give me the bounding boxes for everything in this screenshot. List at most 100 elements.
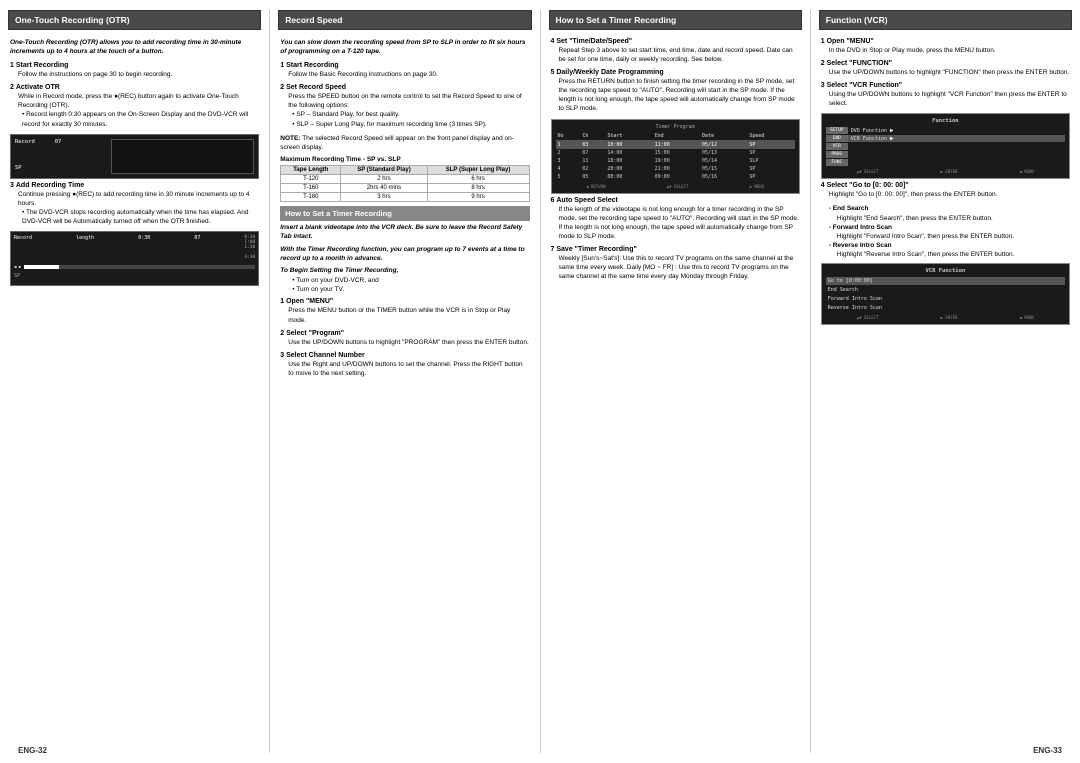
- timer-step-2: 2 Select "Program" Use the UP/DOWN butto…: [280, 330, 529, 347]
- col2-sub-intro2: With the Timer Recording function, you c…: [280, 245, 529, 263]
- step-2-title: 2 Activate OTR: [10, 84, 259, 91]
- divider-3: [810, 10, 811, 753]
- col2-begin-label: To Begin Setting the Timer Recording,: [280, 267, 529, 274]
- vcr-dash-3: Reverse Intro Scan Highlight "Reverse In…: [829, 241, 1070, 259]
- timer-step-3-title: 3 Select Channel Number: [280, 352, 529, 359]
- vcr-step-4: 4 Select "Go to [0: 00: 00]" Highlight "…: [821, 182, 1070, 199]
- timer-step-4: 4 Set "Time/Date/Speed" Repeat Step 3 ab…: [551, 38, 800, 64]
- divider-2: [540, 10, 541, 753]
- step-1-otr: 1 Start Recording Follow the instruction…: [10, 62, 259, 79]
- timer-step-7-text: Weekly [Sun's~Sat's]: Use this to record…: [559, 254, 800, 281]
- vcr-step-2-title: 2 Select "FUNCTION": [821, 60, 1070, 67]
- col3-content: 4 Set "Time/Date/Speed" Repeat Step 3 ab…: [549, 34, 802, 753]
- otr-screen1: Record 07 SP: [10, 134, 259, 179]
- rec-step-2-bullet1: SP – Standard Play, for best quality.: [292, 110, 529, 119]
- rec-step-2: 2 Set Record Speed Press the SPEED butto…: [280, 84, 529, 128]
- table-row: T-160 2hrs 40 mins 8 hrs: [281, 183, 529, 192]
- rec-table-section: Maximum Recording Time - SP vs. SLP Tape…: [280, 156, 529, 202]
- table-row: 1 03 10:00 11:00 05/12 SP: [556, 140, 795, 149]
- rec-note: NOTE: The selected Record Speed will app…: [280, 134, 529, 152]
- timer-screen-title: Timer Program: [556, 124, 795, 130]
- vcr-step-4-title: 4 Select "Go to [0: 00: 00]": [821, 182, 1070, 189]
- vcr-step-1: 1 Open "MENU" In the DVD in Stop or Play…: [821, 38, 1070, 55]
- rec-table-col2: SP (Standard Play): [341, 165, 427, 174]
- vcr-screen1: Function SETUP DVD Function ▶ END VCR Fu…: [821, 113, 1070, 179]
- vcr-menu-row: PROG: [826, 151, 1065, 158]
- col2-sub-header: How to Set a Timer Recording: [280, 206, 529, 221]
- col2-begin-bullet1: Turn on your DVD-VCR, and: [292, 276, 529, 285]
- step-3-title: 3 Add Recording Time: [10, 182, 259, 189]
- timer-step-6-title: 6 Auto Speed Select: [551, 197, 800, 204]
- vcr-menu-row: VCR: [826, 143, 1065, 150]
- step-3-text: Continue pressing ●(REC) to add recordin…: [18, 190, 259, 208]
- col2-steps2: 1 Open "MENU" Press the MENU button or t…: [280, 298, 529, 377]
- table-row: 2 07 14:00 15:00 05/13 SP: [556, 149, 795, 157]
- otr-progress-fill: [24, 265, 59, 269]
- timer-step-7: 7 Save "Timer Recording" Weekly [Sun's~S…: [551, 246, 800, 281]
- col2-sub-intro: Insert a blank videotape into the VCR de…: [280, 223, 529, 241]
- vcr-menu-row2: End Search: [826, 286, 1065, 294]
- table-row: 5 05 08:00 09:00 05/16 SP: [556, 173, 795, 181]
- timer-step-5-title: 5 Daily/Weekly Date Programming: [551, 69, 800, 76]
- step-1-text: Follow the instructions on page 30 to be…: [18, 70, 259, 79]
- col4-function-vcr: Function (VCR) 1 Open "MENU" In the DVD …: [819, 10, 1072, 753]
- timer-step-1: 1 Open "MENU" Press the MENU button or t…: [280, 298, 529, 324]
- timer-step-6: 6 Auto Speed Select If the length of the…: [551, 197, 800, 241]
- col4-header: Function (VCR): [819, 10, 1072, 30]
- col2-content: You can slow down the recording speed fr…: [278, 34, 531, 753]
- timer-step-4-title: 4 Set "Time/Date/Speed": [551, 38, 800, 45]
- vcr-dash-2-text: Highlight "Forward Intro Scan", then pre…: [837, 232, 1070, 241]
- col2-record-speed: Record Speed You can slow down the recor…: [278, 10, 531, 753]
- table-row: T-180 3 hrs 9 hrs: [281, 192, 529, 201]
- col2-intro: You can slow down the recording speed fr…: [280, 38, 529, 56]
- vcr-menu-row: FUNC: [826, 159, 1065, 166]
- vcr-step-2-text: Use the UP/DOWN buttons to highlight "FU…: [829, 68, 1070, 77]
- vcr-step-3: 3 Select "VCR Function" Using the UP/DOW…: [821, 82, 1070, 108]
- rec-step-2-title: 2 Set Record Speed: [280, 84, 529, 91]
- table-row: 3 11 18:00 19:00 05/14 SLP: [556, 157, 795, 165]
- vcr-screen2-nav: ▲▼ SELECT▶ ENTER◀ MENU: [826, 315, 1065, 320]
- divider-1: [269, 10, 270, 753]
- rec-table-title: Maximum Recording Time - SP vs. SLP: [280, 156, 529, 163]
- rec-step-1-title: 1 Start Recording: [280, 62, 529, 69]
- timer-step-4-text: Repeat Step 3 above to set start time, e…: [559, 46, 800, 64]
- col4-content: 1 Open "MENU" In the DVD in Stop or Play…: [819, 34, 1072, 753]
- vcr-menu-row2: Forward Intro Scan: [826, 295, 1065, 303]
- col1-content: One-Touch Recording (OTR) allows you to …: [8, 34, 261, 753]
- vcr-screen1-nav: ▲▼ SELECT▶ ENTER◀ MENU: [826, 169, 1065, 174]
- timer-step-7-title: 7 Save "Timer Recording": [551, 246, 800, 253]
- col1-intro: One-Touch Recording (OTR) allows you to …: [10, 38, 259, 56]
- table-row: T-120 2 hrs 6 hrs: [281, 174, 529, 183]
- step-1-num: 1: [10, 62, 14, 69]
- table-row: 4 02 20:00 21:00 05/15 SP: [556, 165, 795, 173]
- vcr-step-2: 2 Select "FUNCTION" Use the UP/DOWN butt…: [821, 60, 1070, 77]
- otr-screen1-display: [111, 139, 255, 174]
- timer-step-1-text: Press the MENU button or the TIMER butto…: [288, 306, 529, 324]
- col2-begin-bullet2: Turn on your TV.: [292, 285, 529, 294]
- vcr-step-3-title: 3 Select "VCR Function": [821, 82, 1070, 89]
- vcr-menu-row2: Reverse Intro Scan: [826, 304, 1065, 312]
- rec-table-col3: SLP (Super Long Play): [427, 165, 529, 174]
- vcr-step-3-text: Using the UP/DOWN buttons to highlight "…: [829, 90, 1070, 108]
- rec-step-1: 1 Start Recording Follow the Basic Recor…: [280, 62, 529, 79]
- vcr-step-4-text: Highlight "Go to [0: 00: 00]", then pres…: [829, 190, 1070, 199]
- vcr-dash-1: End Search Highlight "End Search", then …: [829, 204, 1070, 222]
- footer-right: ENG-33: [1033, 746, 1062, 755]
- otr-screen2: Record length 0:30 07 0:301:001:30:4:30 …: [10, 231, 259, 286]
- col2-header: Record Speed: [278, 10, 531, 30]
- step-3-bullet: The DVD-VCR stops recording automaticall…: [22, 208, 259, 226]
- timer-step-5-text: Press the RETURN button to finish settin…: [559, 77, 800, 113]
- otr-progress: ◀ ▶: [14, 264, 255, 269]
- vcr-menu2-title: VCR Function: [826, 268, 1065, 274]
- rec-step-1-text: Follow the Basic Recording instructions …: [288, 70, 529, 79]
- timer-table: No Ch Start End Date Speed 1 03 10:00: [556, 132, 795, 181]
- step-2-otr: 2 Activate OTR While in Record mode, pre…: [10, 84, 259, 128]
- vcr-menu1-title: Function: [826, 118, 1065, 124]
- rec-step-2-text: Press the SPEED button on the remote con…: [288, 92, 529, 110]
- vcr-dash-2: Forward Intro Scan Highlight "Forward In…: [829, 223, 1070, 241]
- vcr-step-1-title: 1 Open "MENU": [821, 38, 1070, 45]
- step-2-bullet: Record length 0:30 appears on the On-Scr…: [22, 110, 259, 128]
- col1-otr: One-Touch Recording (OTR) One-Touch Reco…: [8, 10, 261, 753]
- vcr-step-1-text: In the DVD in Stop or Play mode, press t…: [829, 46, 1070, 55]
- rec-table: Tape Length SP (Standard Play) SLP (Supe…: [280, 165, 529, 202]
